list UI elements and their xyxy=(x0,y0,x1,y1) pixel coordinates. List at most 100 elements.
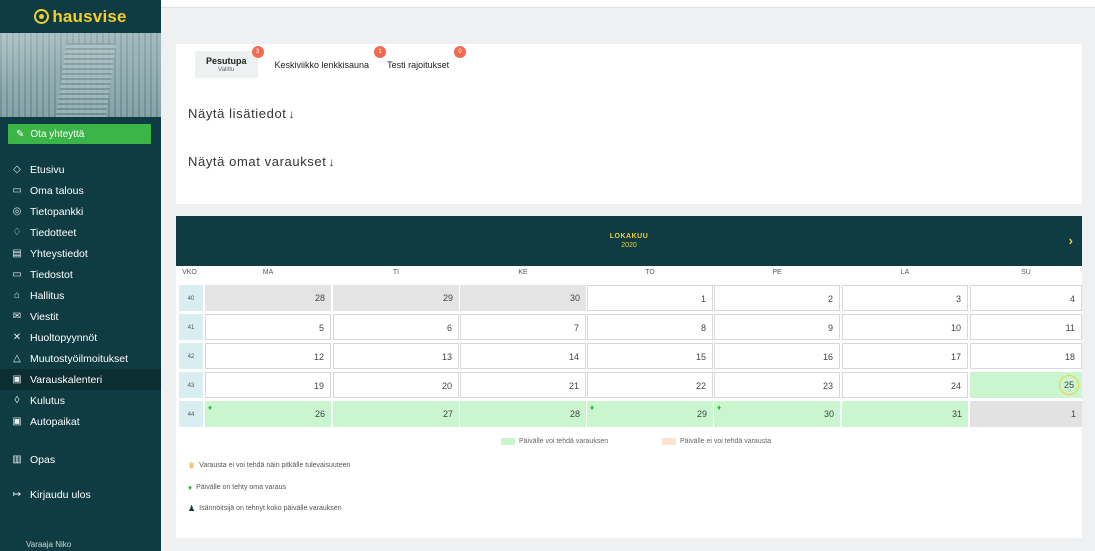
show-details-toggle[interactable]: Näytä lisätiedot ↓ xyxy=(188,106,295,121)
bell-icon: ♢ xyxy=(12,227,22,238)
calendar-day-cell[interactable]: 31 xyxy=(842,401,968,427)
calendar-day-cell[interactable]: 5 xyxy=(205,314,331,340)
tab-label: Pesutupa xyxy=(206,56,247,66)
resource-card: Pesutupa Valittu 3 Keskiviikko lenkkisau… xyxy=(176,44,1082,204)
sidebar-item-huoltopyynnöt[interactable]: ✕ Huoltopyynnöt xyxy=(0,327,161,348)
calendar-day-cell[interactable]: 29 xyxy=(333,285,459,311)
day-number: 27 xyxy=(442,409,453,419)
building-image xyxy=(0,33,161,117)
user-name[interactable]: Varaaja Niko xyxy=(0,540,161,551)
pin-icon: ♦ xyxy=(188,483,193,492)
tab-label: Keskiviikko lenkkisauna xyxy=(274,60,370,70)
logout-button[interactable]: ↦ Kirjaudu ulos xyxy=(0,484,161,505)
sidebar-item-kulutus[interactable]: ◊ Kulutus xyxy=(0,390,161,411)
sidebar-item-autopaikat[interactable]: ▣ Autopaikat xyxy=(0,411,161,432)
sidebar-item-tietopankki[interactable]: ◎ Tietopankki xyxy=(0,201,161,222)
calendar-day-cell[interactable]: 17 xyxy=(842,343,968,369)
note-too-far: ♛ Varausta ei voi tehdä näin pitkälle tu… xyxy=(188,461,350,470)
tab-pesutupa[interactable]: Pesutupa Valittu 3 xyxy=(195,46,264,78)
contact-button[interactable]: ✎ Ota yhteyttä xyxy=(8,124,151,144)
sidebar-item-muutostyöilmoitukset[interactable]: △ Muutostyöilmoitukset xyxy=(0,348,161,369)
calendar-day-cell[interactable]: 25 xyxy=(970,372,1082,398)
calendar-day-cell[interactable]: 4 xyxy=(970,285,1082,311)
sidebar-item-label: Yhteystiedot xyxy=(30,247,88,260)
tab-keskiviikko-lenkkisauna[interactable]: Keskiviikko lenkkisauna 1 xyxy=(264,46,387,78)
sidebar-item-label: Huoltopyynnöt xyxy=(30,331,98,344)
legend-swatch-unavailable xyxy=(662,438,676,445)
calendar-day-cell[interactable]: 30 xyxy=(460,285,586,311)
calendar-day-cell[interactable]: 22 xyxy=(587,372,713,398)
calendar-day-cell[interactable]: 28 xyxy=(460,401,586,427)
app-root: hausvise ✎ Ota yhteyttä ◇ Etusivu ▭ Oma tal… xyxy=(0,0,1095,551)
calendar-day-cell[interactable]: 13 xyxy=(333,343,459,369)
calendar-day-cell[interactable]: 9 xyxy=(714,314,840,340)
guide-link-wrap: ▥ Opas xyxy=(0,449,161,470)
calendar-day-cell[interactable]: ♦ 30 xyxy=(714,401,840,427)
sidebar-item-label: Muutostyöilmoitukset xyxy=(30,352,129,365)
calendar-day-cell[interactable]: 3 xyxy=(842,285,968,311)
sidebar-item-hallitus[interactable]: ⌂ Hallitus xyxy=(0,285,161,306)
calendar-day-cell[interactable]: 19 xyxy=(205,372,331,398)
day-number: 12 xyxy=(313,352,324,362)
week-number: 44 xyxy=(179,401,203,427)
tab-testi-rajoitukset[interactable]: Testi rajoitukset 0 xyxy=(376,46,467,78)
calendar-day-cell[interactable]: 16 xyxy=(714,343,840,369)
calendar-day-cell[interactable]: 23 xyxy=(714,372,840,398)
calendar-day-cell[interactable]: 6 xyxy=(333,314,459,340)
day-number: 13 xyxy=(441,352,452,362)
sidebar-item-oma-talous[interactable]: ▭ Oma talous xyxy=(0,180,161,201)
sidebar-item-viestit[interactable]: ✉ Viestit xyxy=(0,306,161,327)
sidebar-item-label: Oma talous xyxy=(30,184,84,197)
day-number: 7 xyxy=(573,323,579,333)
calendar-day-cell[interactable]: 1 xyxy=(970,401,1082,427)
day-number: 25 xyxy=(1059,375,1079,395)
week-number: 43 xyxy=(179,372,203,398)
calendar-header: LOKAKUU 2020 › xyxy=(176,216,1082,266)
calendar-day-cell[interactable]: 7 xyxy=(460,314,586,340)
calendar-day-cell[interactable]: 18 xyxy=(970,343,1082,369)
calendar-day-cell[interactable]: 27 xyxy=(333,401,459,427)
calendar-day-cell[interactable]: 24 xyxy=(842,372,968,398)
show-own-bookings-toggle[interactable]: Näytä omat varaukset ↓ xyxy=(188,154,335,169)
day-number: 5 xyxy=(318,323,324,333)
legend-available-label: Päivälle voi tehdä varauksen xyxy=(519,438,609,445)
sidebar-item-opas[interactable]: ▥ Opas xyxy=(0,449,161,470)
calendar-day-cell[interactable]: 15 xyxy=(587,343,713,369)
calendar-day-cell[interactable]: 12 xyxy=(205,343,331,369)
resource-tabs: Pesutupa Valittu 3 Keskiviikko lenkkisau… xyxy=(195,46,467,78)
sidebar-item-tiedostot[interactable]: ▭ Tiedostot xyxy=(0,264,161,285)
sidebar-item-tiedotteet[interactable]: ♢ Tiedotteet xyxy=(0,222,161,243)
parking-icon: ▣ xyxy=(12,416,22,427)
calendar-day-cell[interactable]: 8 xyxy=(587,314,713,340)
sidebar-item-yhteystiedot[interactable]: ▤ Yhteystiedot xyxy=(0,243,161,264)
logo[interactable]: hausvise xyxy=(0,0,161,33)
day-number: 31 xyxy=(951,409,962,419)
tag-icon: ◇ xyxy=(13,164,21,175)
sidebar-item-varauskalenteri[interactable]: ▣ Varauskalenteri xyxy=(0,369,161,390)
calendar-day-cell[interactable]: 28 xyxy=(205,285,331,311)
sidebar-nav: ◇ Etusivu ▭ Oma talous ◎ Tietopankki ♢ Tiedotte… xyxy=(0,159,161,432)
next-month-icon[interactable]: › xyxy=(1069,233,1073,248)
calendar-card: LOKAKUU 2020 › Päivälle voi tehdä varauk… xyxy=(176,216,1082,538)
calendar-day-cell[interactable]: 1 xyxy=(587,285,713,311)
calendar-day-cell[interactable]: ♦ 26 xyxy=(205,401,331,427)
note-own-booking: ♦ Päivälle on tehty oma varaus xyxy=(188,483,286,492)
calendar-day-cell[interactable]: 11 xyxy=(970,314,1082,340)
calendar-day-cell[interactable]: 2 xyxy=(714,285,840,311)
day-number: 30 xyxy=(569,293,580,303)
tab-selected-note: Valittu xyxy=(218,67,235,73)
calendar-day-cell[interactable]: ♦ 29 xyxy=(587,401,713,427)
calendar-day-cell[interactable]: 14 xyxy=(460,343,586,369)
day-header-pe: PE xyxy=(772,269,782,276)
logout-label: Kirjaudu ulos xyxy=(30,488,91,501)
tab-label: Testi rajoitukset xyxy=(387,60,450,70)
calendar-day-cell[interactable]: 10 xyxy=(842,314,968,340)
logo-mark-icon xyxy=(34,9,50,24)
person-icon: ♟ xyxy=(188,504,196,513)
sidebar-item-label: Autopaikat xyxy=(30,415,80,428)
sidebar-item-etusivu[interactable]: ◇ Etusivu xyxy=(0,159,161,180)
logout-icon: ↦ xyxy=(12,489,22,500)
calendar-day-cell[interactable]: 20 xyxy=(333,372,459,398)
sidebar-item-label: Kulutus xyxy=(30,394,66,407)
calendar-day-cell[interactable]: 21 xyxy=(460,372,586,398)
